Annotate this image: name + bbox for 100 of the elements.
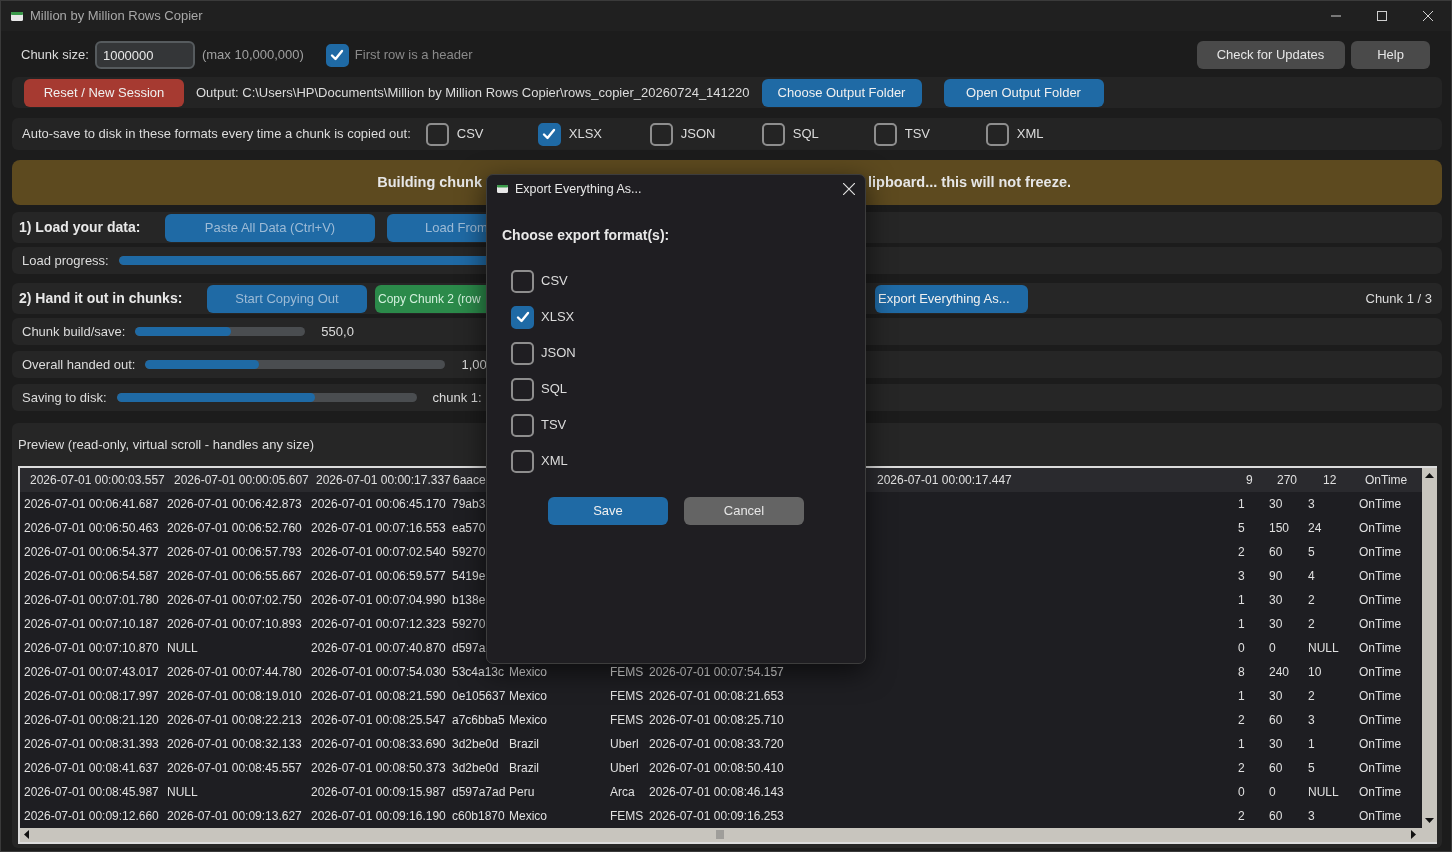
table-cell-text: 2026-07-01 00:08:33.720 [648, 735, 785, 753]
table-cell-text: 2026-07-01 00:08:32.133 [166, 735, 303, 753]
table-cell-text: 3 [1307, 495, 1316, 513]
save-button[interactable]: Save [548, 497, 668, 525]
table-cell-text: OnTime [1358, 615, 1403, 633]
table-cell-text: b138e [451, 591, 487, 609]
checkbox[interactable] [511, 305, 534, 329]
close-icon [1423, 11, 1433, 21]
down-arrow-icon [1425, 817, 1434, 823]
table-cell-text: Arca [609, 783, 636, 801]
table-cell-text: 2026-07-01 00:06:54.377 [23, 543, 160, 561]
table-cell-text: 30 [1268, 591, 1284, 609]
table-cell-text: 2026-07-01 00:00:03.557 [29, 471, 166, 489]
table-cell-text: 2026-07-01 00:09:15.987 [310, 783, 447, 801]
checkbox[interactable] [537, 122, 561, 146]
table-cell-text: 2026-07-01 00:08:22.213 [166, 711, 303, 729]
checkbox[interactable] [985, 122, 1009, 146]
table-cell-text: OnTime [1358, 711, 1403, 729]
hint-text: (max 10,000,000) [201, 46, 304, 65]
section-heading: 1) Load your data: [19, 218, 142, 237]
table-cell-text: 5 [1307, 759, 1316, 777]
table-cell-text: 2026-07-01 00:06:55.667 [166, 567, 303, 585]
table-cell-text: Brazil [508, 759, 540, 777]
horizontal-scrollbar[interactable] [20, 827, 1437, 842]
table-cell-text: OnTime [1358, 543, 1403, 561]
table-cell-text: 2026-07-01 00:08:21.653 [648, 687, 785, 705]
table-cell-text: 1 [1307, 735, 1316, 753]
table-cell-text: 2026-07-01 00:08:21.590 [310, 687, 447, 705]
grip-icon [715, 830, 725, 839]
update-button[interactable]: Check for Updates [1196, 41, 1345, 69]
table-cell-text: Mexico [508, 807, 548, 825]
folder-button[interactable]: Choose Output Folder [761, 78, 922, 107]
checkbox-label: XLSX [568, 125, 602, 144]
reset-button[interactable]: Reset / New Session [24, 78, 184, 107]
help-button[interactable]: Help [1351, 41, 1430, 69]
checkbox[interactable] [511, 377, 534, 401]
table-cell-text: 2 [1307, 615, 1316, 633]
checkbox[interactable] [761, 122, 785, 146]
table-cell-text: 60 [1268, 543, 1284, 561]
table-cell-text: 2 [1237, 711, 1246, 729]
table-cell-text: d597a [451, 639, 487, 657]
progress-reading: 1,00 [461, 355, 487, 374]
table-cell-text: 2026-07-01 00:09:13.627 [166, 807, 303, 825]
table-cell-text: 270 [1276, 471, 1299, 489]
table-cell-text: Brazil [508, 735, 540, 753]
table-cell-text: 2026-07-01 00:06:57.793 [166, 543, 303, 561]
checkbox-label: SQL [792, 125, 819, 144]
table-cell-text: 2026-07-01 00:09:16.253 [648, 807, 785, 825]
action-button[interactable]: Export Everything As... [875, 284, 1028, 313]
window-title: Million by Million Rows Copier [30, 7, 203, 26]
table-cell-text: Mexico [508, 711, 548, 729]
table-cell-text: 3 [1307, 807, 1316, 825]
table-cell-text: OnTime [1358, 663, 1403, 681]
table-cell-text: 60 [1268, 711, 1284, 729]
table-cell-text: 2026-07-01 00:08:17.997 [23, 687, 160, 705]
table-cell-text: 2026-07-01 00:00:05.607 [173, 471, 310, 489]
chunk-size-field[interactable]: 1000000 [94, 41, 195, 69]
table-cell-text: 12 [1322, 471, 1338, 489]
table-cell-text: 59270 [451, 615, 487, 633]
table-cell-text: 1 [1237, 615, 1246, 633]
table-cell-text: 1 [1237, 687, 1246, 705]
table-cell-text: 2026-07-01 00:07:40.870 [310, 639, 447, 657]
table-cell-text: 2026-07-01 00:07:43.017 [23, 663, 160, 681]
dialog-title: Export Everything As... [515, 180, 642, 198]
checkbox[interactable] [511, 449, 534, 473]
table-cell-text: 8 [1237, 663, 1246, 681]
table-cell-text: 3 [1237, 567, 1246, 585]
checkbox[interactable] [511, 413, 534, 437]
table-cell-text: 2026-07-01 00:07:12.323 [310, 615, 447, 633]
table-cell-text: 59270 [451, 543, 487, 561]
vertical-scrollbar[interactable] [1422, 467, 1437, 828]
checkbox[interactable] [511, 269, 534, 293]
cancel-button[interactable]: Cancel [684, 497, 804, 525]
table-cell-text: 0 [1268, 639, 1277, 657]
table-cell-text: NULL [166, 783, 199, 801]
checkbox-label: XML [541, 452, 568, 471]
progress-label: Load progress: [22, 251, 109, 270]
checkbox[interactable] [511, 341, 534, 365]
table-cell-text: 2 [1237, 543, 1246, 561]
table-cell-text: 2026-07-01 00:00:17.447 [876, 471, 1013, 489]
checkbox[interactable] [425, 122, 449, 146]
folder-button[interactable]: Open Output Folder [943, 78, 1104, 107]
progress-label: Saving to disk: [22, 388, 107, 407]
check-icon [515, 311, 530, 323]
table-cell-text: Mexico [508, 663, 548, 681]
right-arrow-icon [1411, 830, 1416, 839]
table-cell-text: 2026-07-01 00:07:44.780 [166, 663, 303, 681]
table-cell-text: 2026-07-01 00:09:16.190 [310, 807, 447, 825]
table-cell-text: 6aace [452, 471, 487, 489]
table-cell-text: 2026-07-01 00:07:02.540 [310, 543, 447, 561]
table-cell-text: 2026-07-01 00:07:02.750 [166, 591, 303, 609]
table-cell-text: 150 [1268, 519, 1291, 537]
checkbox[interactable] [325, 43, 349, 67]
table-cell-text: 2026-07-01 00:08:33.690 [310, 735, 447, 753]
checkbox[interactable] [649, 122, 673, 146]
table-cell-text: Mexico [508, 687, 548, 705]
table-cell-text: FEMS [609, 711, 645, 729]
checkbox[interactable] [873, 122, 897, 146]
table-cell-text: d597a7ad [451, 783, 505, 801]
progress-reading: 550,0 [321, 322, 354, 341]
